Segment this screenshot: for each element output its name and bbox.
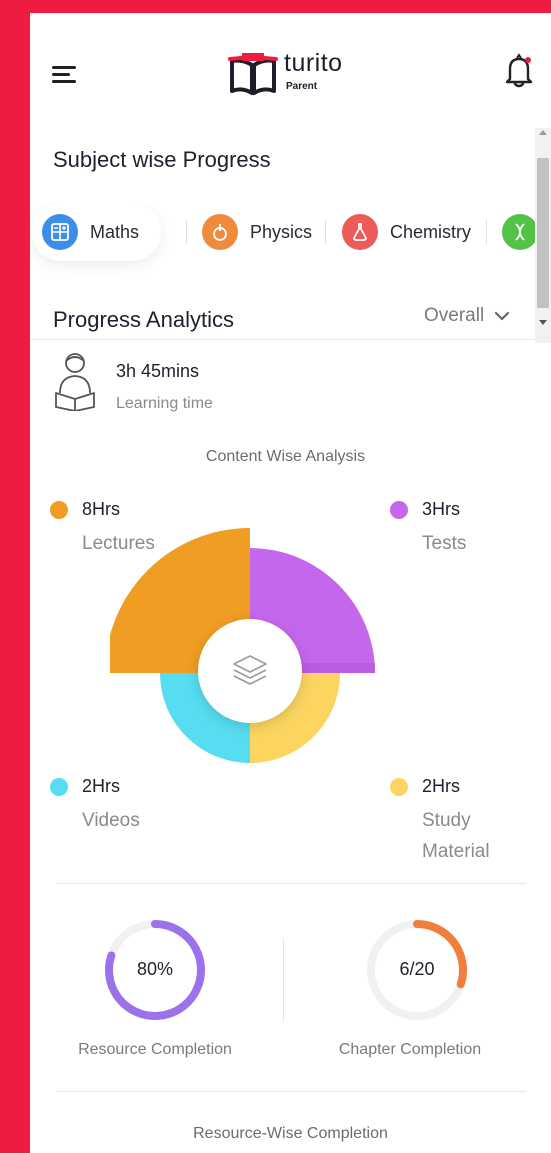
divider <box>30 339 535 340</box>
divider <box>56 1091 526 1092</box>
logo-subtitle: Parent <box>286 81 318 92</box>
turito-logo: turito Parent <box>228 49 368 103</box>
legend-dot-tests <box>390 501 408 519</box>
tab-label-maths: Maths <box>90 221 140 242</box>
tab-biology[interactable] <box>502 203 535 261</box>
content-analysis-title: Content Wise Analysis <box>205 448 366 465</box>
resource-completion-value: 80% <box>136 959 174 979</box>
scroll-up-arrow-icon[interactable] <box>539 130 547 135</box>
legend-label-study-line1: Study <box>422 810 471 831</box>
legend-label-tests: Tests <box>422 533 467 554</box>
hamburger-menu-icon[interactable] <box>52 63 78 85</box>
legend-label-study-line2: Material <box>422 841 490 862</box>
tab-divider <box>325 220 326 244</box>
subject-tabs: Maths Physics Chemistry <box>30 203 535 283</box>
legend-dot-lectures <box>50 501 68 519</box>
app-header: turito Parent <box>30 13 551 123</box>
dna-icon <box>502 214 535 250</box>
subject-progress-title: Subject wise Progress <box>53 147 271 172</box>
book-logo-icon <box>228 53 278 95</box>
legend-value-lectures: 8Hrs <box>82 499 121 519</box>
divider <box>56 883 526 884</box>
tab-label-chemistry: Chemistry <box>390 221 472 242</box>
tab-physics[interactable]: Physics <box>202 203 312 261</box>
tab-label-physics: Physics <box>250 221 313 242</box>
legend-dot-study-material <box>390 778 408 796</box>
scroll-thumb[interactable] <box>537 158 549 308</box>
atom-icon <box>202 214 238 250</box>
chapter-completion-value: 6/20 <box>399 959 435 979</box>
tab-maths[interactable]: Maths <box>32 203 162 261</box>
logo-text: turito <box>284 49 343 77</box>
overall-filter-value: Overall <box>424 305 485 326</box>
scrollbar[interactable] <box>535 128 551 343</box>
progress-analytics-title: Progress Analytics <box>53 307 234 332</box>
notification-bell-icon[interactable] <box>504 53 534 89</box>
tab-divider <box>486 220 487 244</box>
chapter-completion-label: Chapter Completion <box>338 1041 482 1058</box>
resource-completion-label: Resource Completion <box>78 1041 232 1058</box>
resource-wise-completion-title: Resource-Wise Completion <box>193 1125 388 1142</box>
calculator-icon <box>42 214 78 250</box>
learning-time-value: 3h 45mins <box>116 361 200 381</box>
legend-label-videos: Videos <box>82 810 140 831</box>
content-wise-donut-chart <box>110 528 375 763</box>
tab-chemistry[interactable]: Chemistry <box>342 203 471 261</box>
scroll-down-arrow-icon[interactable] <box>539 320 547 325</box>
overall-filter-dropdown[interactable]: Overall <box>424 305 510 327</box>
learning-time-label: Learning time <box>116 395 213 412</box>
legend-value-tests: 3Hrs <box>422 499 461 519</box>
student-reading-icon <box>55 353 95 411</box>
tab-divider <box>186 220 187 244</box>
flask-icon <box>342 214 378 250</box>
chevron-down-icon <box>495 311 510 321</box>
legend-value-study-material: 2Hrs <box>422 776 461 796</box>
legend-dot-videos <box>50 778 68 796</box>
vertical-divider <box>283 938 284 1022</box>
app-screen: turito Parent Subject wise Progress Math… <box>30 13 551 1153</box>
